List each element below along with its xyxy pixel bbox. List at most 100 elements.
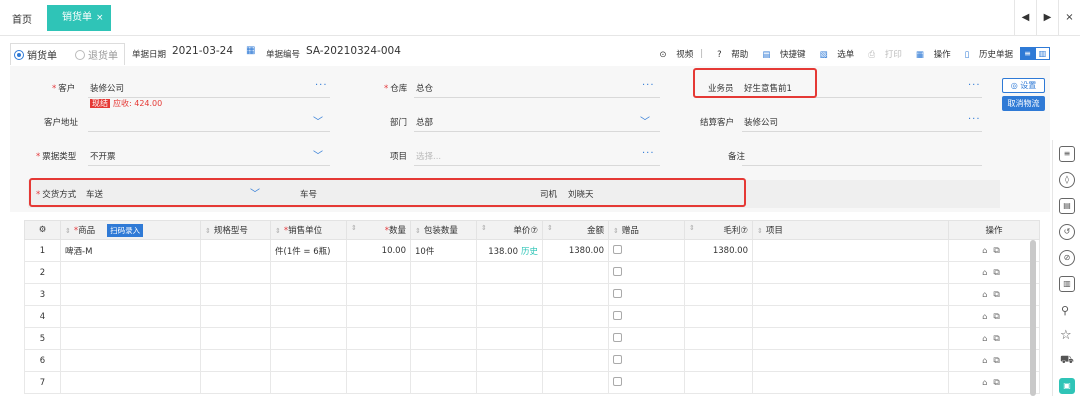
cell-price[interactable] bbox=[476, 371, 543, 394]
cell-spec[interactable] bbox=[200, 327, 271, 350]
cancel-logistics-button[interactable]: 取消物流 bbox=[1002, 96, 1045, 111]
cell-pack[interactable]: 10件 bbox=[410, 239, 477, 262]
image-icon[interactable]: ▣ bbox=[1059, 378, 1075, 394]
sort-icon[interactable]: ⇕ bbox=[547, 224, 553, 232]
sort-icon[interactable]: ⇕ bbox=[757, 227, 763, 235]
video-button[interactable]: ⊙ 视频 bbox=[652, 48, 693, 60]
settle-customer-field[interactable]: 结算客户 装修公司 ··· bbox=[700, 112, 982, 132]
remark-field[interactable]: 备注 bbox=[700, 146, 982, 166]
cell-profit[interactable] bbox=[684, 371, 753, 394]
copy-icon[interactable]: ⧉ bbox=[993, 378, 1005, 388]
cell-spec[interactable] bbox=[200, 239, 271, 262]
cell-ops[interactable]: ⌂⧉ bbox=[948, 239, 1040, 262]
cell-price[interactable] bbox=[476, 261, 543, 284]
doc-icon[interactable]: ≡ bbox=[1059, 146, 1075, 162]
cell-profit[interactable] bbox=[684, 261, 753, 284]
more-icon[interactable]: ··· bbox=[642, 80, 655, 91]
delete-icon[interactable]: ⌂ bbox=[982, 334, 993, 343]
chevron-down-icon[interactable]: ﹀ bbox=[313, 113, 323, 128]
cell-gift[interactable] bbox=[608, 305, 685, 328]
copy-icon[interactable]: ⧉ bbox=[993, 246, 1005, 256]
cell-amount[interactable]: 1380.00 bbox=[542, 239, 609, 262]
date-value[interactable]: 2021-03-24 bbox=[172, 45, 233, 57]
cell-gift[interactable] bbox=[608, 261, 685, 284]
gift-checkbox[interactable] bbox=[613, 376, 622, 386]
cell-profit[interactable] bbox=[684, 305, 753, 328]
copy-icon[interactable]: ⧉ bbox=[993, 312, 1005, 322]
sort-icon[interactable]: ⇕ bbox=[689, 224, 695, 232]
card-view-icon[interactable]: ▥ bbox=[1035, 47, 1050, 60]
cell-profit[interactable]: 1380.00 bbox=[684, 239, 753, 262]
cell-profit[interactable] bbox=[684, 327, 753, 350]
gift-checkbox[interactable] bbox=[613, 288, 622, 298]
star-icon[interactable]: ☆ bbox=[1060, 328, 1072, 343]
cell-ops[interactable]: ⌂⧉ bbox=[948, 349, 1040, 372]
sort-icon[interactable]: ⇕ bbox=[415, 227, 421, 235]
shortcut-button[interactable]: ▤ 快捷键 bbox=[755, 48, 805, 60]
invoice-type-field[interactable]: * 票据类型 不开票 ﹀ bbox=[20, 146, 330, 166]
cell-ops[interactable]: ⌂⧉ bbox=[948, 261, 1040, 284]
cell-project[interactable] bbox=[752, 371, 949, 394]
table-row[interactable]: 6 ⌂⧉ bbox=[24, 349, 1040, 372]
cell-ops[interactable]: ⌂⧉ bbox=[948, 283, 1040, 306]
cell-unit[interactable] bbox=[270, 305, 347, 328]
delete-icon[interactable]: ⌂ bbox=[982, 356, 993, 365]
radio-sales-order[interactable]: 销货单 bbox=[14, 47, 57, 62]
cell-gift[interactable] bbox=[608, 327, 685, 350]
select-button[interactable]: ▧ 选单 bbox=[813, 48, 855, 60]
cell-product[interactable] bbox=[60, 327, 201, 350]
chevron-down-icon[interactable]: ﹀ bbox=[640, 113, 650, 128]
sort-icon[interactable]: ⇕ bbox=[613, 227, 619, 235]
cell-spec[interactable] bbox=[200, 371, 271, 394]
cell-ops[interactable]: ⌂⧉ bbox=[948, 305, 1040, 328]
return-icon[interactable]: ↺ bbox=[1059, 224, 1075, 240]
cell-amount[interactable] bbox=[542, 305, 609, 328]
table-row[interactable]: 1 啤酒-M 件(1件 = 6瓶) 10.00 10件 138.00 历史 1380.00 13… bbox=[24, 239, 1040, 262]
cell-project[interactable] bbox=[752, 239, 949, 262]
settings-button[interactable]: ◎ 设置 bbox=[1002, 78, 1045, 93]
shield-icon[interactable]: ◊ bbox=[1059, 172, 1075, 188]
history-price-link[interactable]: 历史 bbox=[521, 247, 538, 257]
gift-checkbox[interactable] bbox=[613, 332, 622, 342]
gift-checkbox[interactable] bbox=[613, 310, 622, 320]
row-number[interactable]: 1 bbox=[24, 239, 61, 262]
print-button[interactable]: ⎙ 打印 bbox=[861, 48, 902, 60]
cell-product[interactable] bbox=[60, 371, 201, 394]
cell-spec[interactable] bbox=[200, 349, 271, 372]
table-row[interactable]: 7 ⌂⧉ bbox=[24, 371, 1040, 394]
row-number[interactable]: 5 bbox=[24, 327, 61, 350]
cell-spec[interactable] bbox=[200, 261, 271, 284]
operate-button[interactable]: ▦ 操作 bbox=[909, 48, 951, 60]
delete-icon[interactable]: ⌂ bbox=[982, 268, 993, 277]
cell-project[interactable] bbox=[752, 261, 949, 284]
cell-profit[interactable] bbox=[684, 283, 753, 306]
help-button[interactable]: ? 帮助 bbox=[710, 48, 748, 60]
more-icon[interactable]: ··· bbox=[968, 80, 981, 91]
cell-qty[interactable] bbox=[346, 283, 411, 306]
sort-icon[interactable]: ⇕ bbox=[351, 224, 357, 232]
table-row[interactable]: 5 ⌂⧉ bbox=[24, 327, 1040, 350]
cell-price[interactable] bbox=[476, 305, 543, 328]
gift-checkbox[interactable] bbox=[613, 244, 622, 254]
cell-ops[interactable]: ⌂⧉ bbox=[948, 371, 1040, 394]
cell-unit[interactable] bbox=[270, 371, 347, 394]
cell-qty[interactable] bbox=[346, 261, 411, 284]
delete-icon[interactable]: ⌂ bbox=[982, 378, 993, 387]
sort-icon[interactable]: ⇕ bbox=[65, 227, 71, 235]
cell-product[interactable] bbox=[60, 283, 201, 306]
cell-qty[interactable] bbox=[346, 305, 411, 328]
cell-price[interactable] bbox=[476, 327, 543, 350]
cell-product[interactable] bbox=[60, 349, 201, 372]
cell-amount[interactable] bbox=[542, 371, 609, 394]
row-number[interactable]: 6 bbox=[24, 349, 61, 372]
table-row[interactable]: 2 ⌂⧉ bbox=[24, 261, 1040, 284]
cell-spec[interactable] bbox=[200, 283, 271, 306]
cell-qty[interactable] bbox=[346, 371, 411, 394]
list-view-icon[interactable]: ≡ bbox=[1020, 47, 1035, 60]
address-field[interactable]: 客户地址 ﹀ bbox=[20, 112, 330, 132]
delete-icon[interactable]: ⌂ bbox=[982, 312, 993, 321]
radio-return-order[interactable]: 退货单 bbox=[75, 47, 118, 62]
history-button[interactable]: ▯ 历史单据 bbox=[958, 48, 1013, 60]
cell-amount[interactable] bbox=[542, 261, 609, 284]
cell-project[interactable] bbox=[752, 349, 949, 372]
